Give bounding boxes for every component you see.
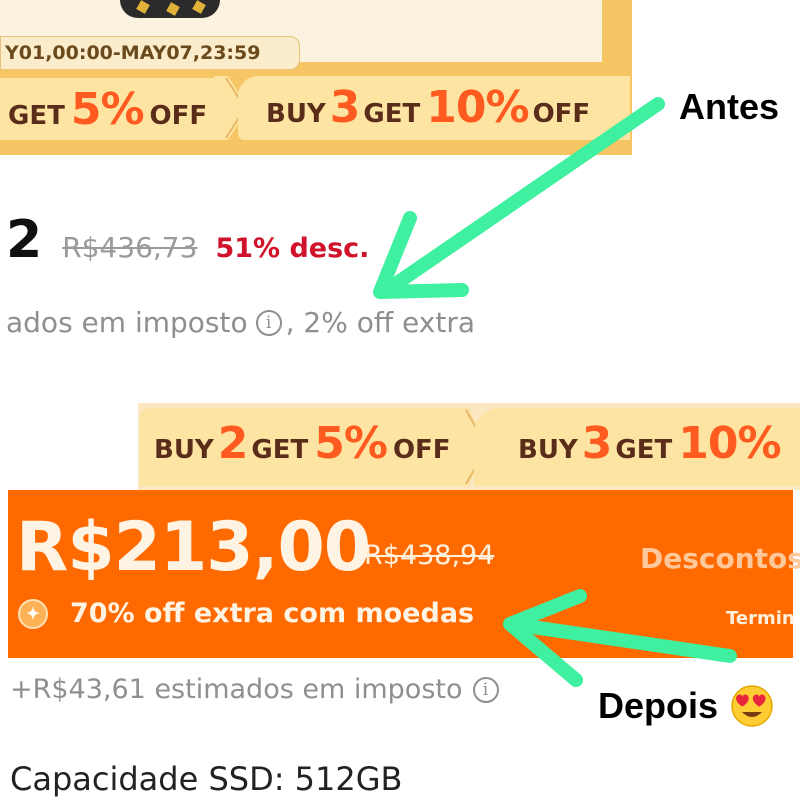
after-label: Depois bbox=[598, 685, 719, 726]
after-label-group: Depois bbox=[598, 684, 774, 728]
arrow-before-icon bbox=[373, 97, 665, 299]
heart-eyes-emoji-icon bbox=[731, 685, 773, 727]
before-label: Antes bbox=[679, 86, 780, 127]
arrow-after-icon bbox=[503, 589, 737, 687]
